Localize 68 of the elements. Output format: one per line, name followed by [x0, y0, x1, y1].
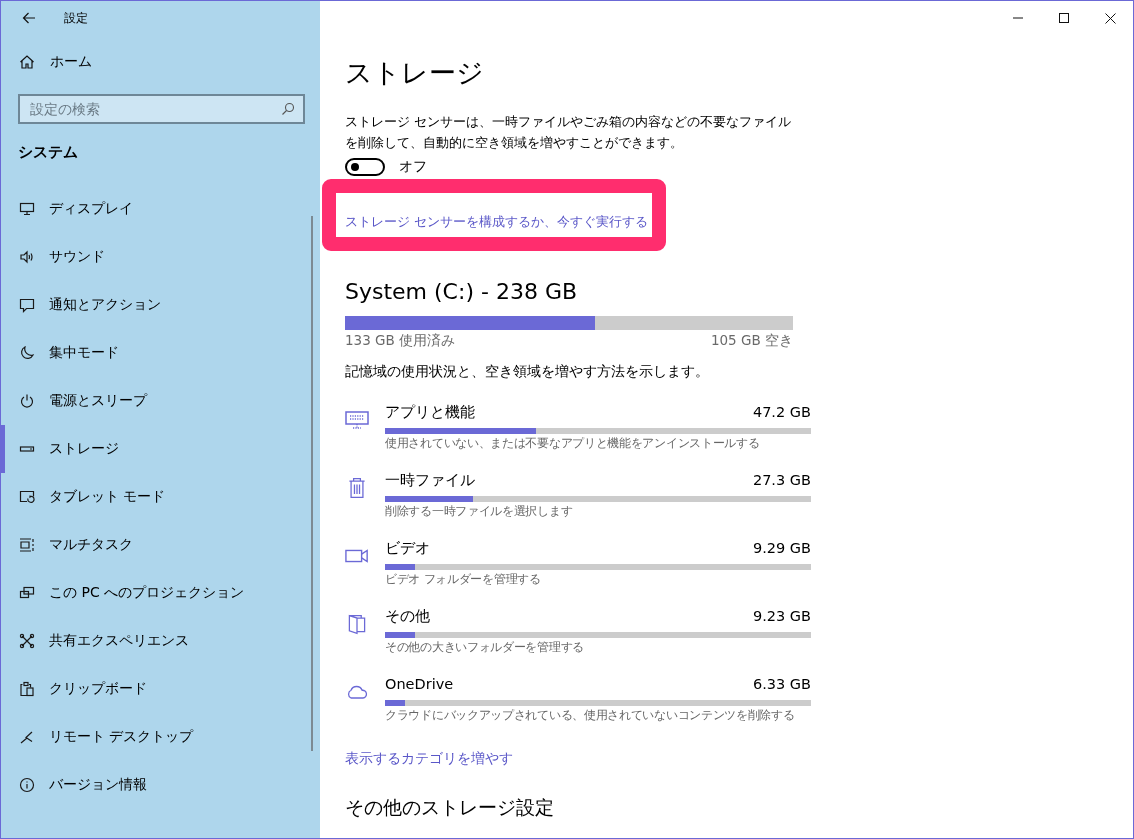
sidebar-item[interactable]: 電源とスリープ: [1, 377, 303, 425]
scrollbar[interactable]: [311, 216, 313, 751]
toggle-switch[interactable]: [345, 158, 385, 176]
search-field[interactable]: 設定の検索: [18, 94, 305, 124]
storage-category[interactable]: OneDrive 6.33 GB クラウドにバックアップされている、使用されていないコンテンツを削除する: [345, 673, 811, 724]
category-size: 9.23 GB: [752, 607, 811, 626]
sidebar-item[interactable]: サウンド: [1, 233, 303, 281]
section-heading: システム: [17, 143, 79, 162]
sidebar-item[interactable]: 通知とアクション: [1, 281, 303, 329]
sidebar-item[interactable]: 共有エクスペリエンス: [1, 617, 303, 665]
category-hint: 削除する一時ファイルを選択します: [385, 503, 574, 520]
close-icon: [1104, 12, 1116, 24]
sidebar-item[interactable]: ストレージ: [1, 425, 303, 473]
projection-icon: [19, 585, 35, 601]
category-hint: ビデオ フォルダーを管理する: [385, 571, 542, 588]
sidebar-item[interactable]: ディスプレイ: [1, 185, 303, 233]
category-hint: クラウドにバックアップされている、使用されていないコンテンツを削除する: [385, 707, 796, 724]
configure-link[interactable]: ストレージ センサーを構成するか、今すぐ実行する: [345, 212, 649, 232]
keyboard-icon: [345, 409, 369, 431]
message-icon: [19, 297, 35, 313]
drive-heading: System (C:) - 238 GB: [345, 278, 579, 306]
moon-icon: [19, 345, 35, 361]
storage-category[interactable]: アプリと機能 47.2 GB 使用されていない、または不要なアプリと機能をアンインストールする: [345, 401, 811, 452]
category-size: 27.3 GB: [752, 471, 811, 490]
category-size: 9.29 GB: [752, 539, 811, 558]
page-title: ストレージ: [345, 56, 485, 90]
speaker-icon: [19, 249, 35, 265]
home-link[interactable]: ホーム: [1, 47, 320, 77]
category-size: 6.33 GB: [752, 675, 811, 694]
network-icon: [19, 633, 35, 649]
display-icon: [19, 201, 35, 217]
home-icon: [19, 54, 35, 70]
toggle-label: オフ: [399, 158, 427, 176]
sidebar-item[interactable]: この PC へのプロジェクション: [1, 569, 303, 617]
sidebar-item[interactable]: タブレット モード: [1, 473, 303, 521]
free-label: 105 GB 空き: [710, 331, 793, 350]
info-icon: [19, 777, 35, 793]
section-heading: その他のストレージ設定: [345, 795, 555, 820]
category-size: 47.2 GB: [752, 403, 811, 422]
minimize-icon: [1013, 17, 1023, 19]
remote-icon: [19, 729, 35, 745]
sidebar-item[interactable]: 集中モード: [1, 329, 303, 377]
storage-category[interactable]: その他 9.23 GB その他の大きいフォルダーを管理する: [345, 605, 811, 656]
tablet-icon: [19, 489, 35, 505]
category-name: その他: [385, 607, 430, 626]
power-icon: [19, 393, 35, 409]
sidebar-item[interactable]: クリップボード: [1, 665, 303, 713]
multitask-icon: [19, 537, 35, 553]
category-name: OneDrive: [385, 675, 454, 694]
category-hint: 使用されていない、または不要なアプリと機能をアンインストールする: [385, 435, 761, 452]
category-name: アプリと機能: [385, 403, 475, 422]
sidebar-item[interactable]: マルチタスク: [1, 521, 303, 569]
category-name: ビデオ: [385, 539, 430, 558]
category-name: 一時ファイル: [385, 471, 475, 490]
storage-category[interactable]: ビデオ 9.29 GB ビデオ フォルダーを管理する: [345, 537, 811, 588]
description: ストレージ センサーは、一時ファイルやごみ箱の内容などの不要なファイルを削除して、自動的に空き領域を増やすことができます。: [345, 113, 793, 152]
sidebar-item[interactable]: リモート デスクトップ: [1, 713, 303, 761]
used-label: 133 GB 使用済み: [345, 331, 456, 350]
maximize-icon: [1059, 13, 1069, 23]
storage-category[interactable]: 一時ファイル 27.3 GB 削除する一時ファイルを選択します: [345, 469, 811, 520]
intro-text: 記憶域の使用状況と、空き領域を増やす方法を示します。: [345, 362, 710, 381]
sidebar-item[interactable]: バージョン情報: [1, 761, 303, 809]
search-icon: [281, 102, 295, 116]
category-hint: その他の大きいフォルダーを管理する: [385, 639, 585, 656]
window-title: 設定: [64, 9, 88, 27]
back-arrow-icon: [22, 12, 36, 24]
more-categories-link[interactable]: 表示するカテゴリを増やす: [345, 748, 513, 768]
clipboard-icon: [19, 681, 35, 697]
